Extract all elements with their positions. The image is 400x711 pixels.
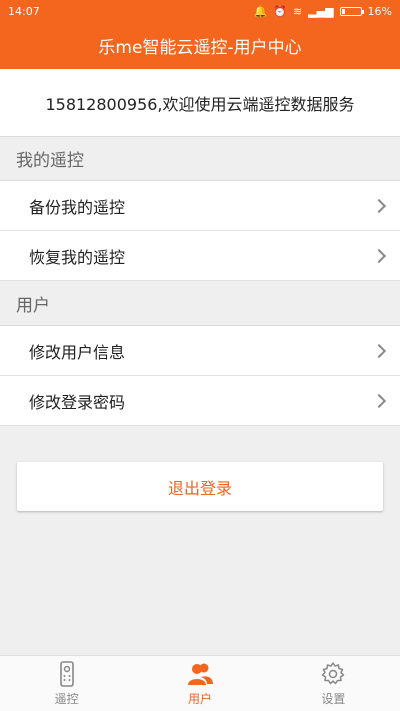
list-item-label: 修改登录密码 [29,392,126,412]
remote-icon [59,661,74,687]
chevron-right-icon [371,343,387,358]
battery-icon [339,6,364,16]
logout-label: 退出登录 [167,478,232,498]
tab-settings[interactable]: 设置 [267,656,400,711]
bell-icon: 🔔 [253,4,268,18]
gear-icon [322,662,345,685]
logout-button[interactable]: 退出登录 [17,462,383,511]
list-item-label: 修改用户信息 [29,342,126,362]
app-bar: 乐me智能云遥控-用户中心 [0,22,400,69]
welcome-text: 15812800956,欢迎使用云端遥控数据服务 [45,94,355,114]
alarm-icon: ⏰ [273,4,287,18]
section-header-user: 用户 [0,282,400,326]
users-icon [187,663,213,685]
chevron-right-icon [371,198,387,213]
tab-label: 用户 [187,692,212,706]
welcome-banner: 15812800956,欢迎使用云端遥控数据服务 [0,69,400,137]
tab-user[interactable]: 用户 [133,656,266,711]
chevron-right-icon [371,248,387,263]
wifi-icon: ≋ [292,4,303,18]
section-header-remote: 我的遥控 [0,137,400,181]
status-time: 14:07 [8,4,40,18]
section-title: 用户 [16,296,50,316]
chevron-right-icon [371,393,387,408]
battery-percent: 16% [367,4,392,18]
backup-remote-item[interactable]: 备份我的遥控 [0,181,400,231]
page-title: 乐me智能云遥控-用户中心 [98,38,302,58]
tab-remote[interactable]: 遥控 [0,656,133,711]
tab-label: 设置 [321,692,346,706]
status-icons: 🔔 ⏰ ≋ ▂▄▆ 16% [254,5,392,18]
status-bar: 14:07 🔔 ⏰ ≋ ▂▄▆ 16% [0,0,400,22]
section-title: 我的遥控 [16,151,84,171]
restore-remote-item[interactable]: 恢复我的遥控 [0,231,400,281]
change-password-item[interactable]: 修改登录密码 [0,376,400,426]
list-item-label: 恢复我的遥控 [29,247,126,267]
list-item-label: 备份我的遥控 [29,197,126,217]
edit-user-info-item[interactable]: 修改用户信息 [0,326,400,376]
bottom-nav: 遥控 用户 设置 [0,655,400,711]
tab-label: 遥控 [54,692,79,706]
signal-icon: ▂▄▆ [308,4,334,18]
